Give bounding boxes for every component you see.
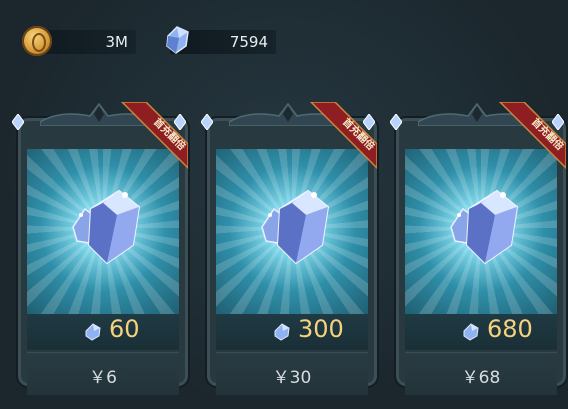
- price-button[interactable]: ￥30: [216, 352, 368, 395]
- gem-pack-amount: 680: [487, 315, 533, 343]
- large-crystal-icon: [261, 189, 330, 265]
- gold-currency-display: 3M: [22, 26, 136, 56]
- gem-pack-card[interactable]: 680 ￥68 首充翻倍: [390, 100, 566, 395]
- first-recharge-ribbon: 首充翻倍: [120, 102, 188, 170]
- gem-pack-amount: 60: [109, 315, 140, 343]
- price-label: ￥30: [272, 368, 312, 388]
- frame-corner-gem-left: [390, 114, 402, 130]
- gem-currency-display: 7594: [166, 26, 276, 54]
- gem-pack-amount: 300: [298, 315, 344, 343]
- frame-corner-gem-left: [12, 114, 24, 130]
- frame-corner-gem-left: [201, 114, 213, 130]
- price-label: ￥68: [461, 368, 501, 388]
- blue-gem-icon: [166, 26, 189, 54]
- gem-amount-bar: 300: [216, 314, 368, 350]
- price-label: ￥6: [89, 368, 117, 388]
- gold-amount: 3M: [105, 33, 129, 51]
- gem-amount-bar: 60: [27, 314, 179, 350]
- gem-pack-card[interactable]: 60 ￥6 首充翻倍: [12, 100, 188, 395]
- small-gem-icon: [274, 323, 290, 341]
- gold-coin-icon: [22, 26, 52, 56]
- price-button[interactable]: ￥68: [405, 352, 557, 395]
- large-crystal-icon: [72, 189, 141, 265]
- small-gem-icon: [85, 323, 101, 341]
- first-recharge-ribbon: 首充翻倍: [498, 102, 566, 170]
- first-recharge-ribbon: 首充翻倍: [309, 102, 377, 170]
- price-button[interactable]: ￥6: [27, 352, 179, 395]
- gem-pack-card[interactable]: 300 ￥30 首充翻倍: [201, 100, 377, 395]
- large-crystal-icon: [450, 189, 519, 265]
- gem-amount-bar: 680: [405, 314, 557, 350]
- gem-amount: 7594: [229, 33, 268, 51]
- small-gem-icon: [463, 323, 479, 341]
